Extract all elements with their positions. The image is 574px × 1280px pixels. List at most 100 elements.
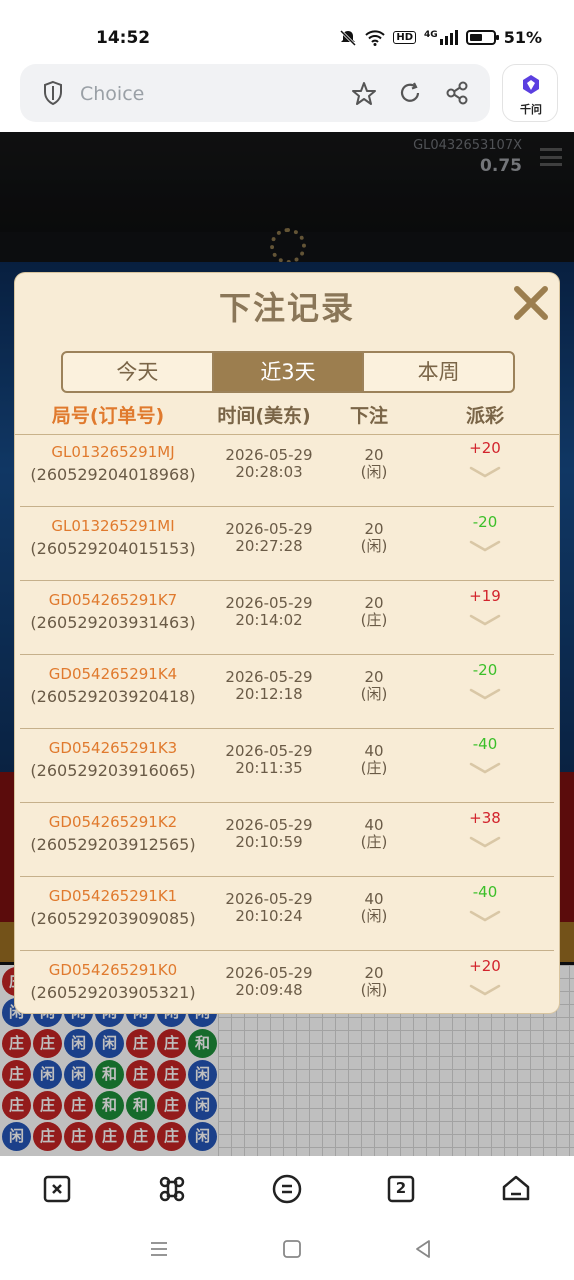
shield-icon[interactable] [42, 80, 64, 106]
status-icons: HD 4G 51% [339, 28, 542, 47]
table-row[interactable]: GD054265291K2 (260529203912565) 2026-05-29… [20, 803, 554, 877]
bet-time: 20:10:24 [235, 907, 303, 925]
tabs-button[interactable]: 2 [384, 1172, 418, 1206]
table-row[interactable]: GD054265291K0 (260529203905321) 2026-05-29… [20, 951, 554, 1013]
bet-record-dialog: 下注记录 今天 近3天 本周 局号(订单号) 时间(美东) 下注 派彩 GL01… [15, 273, 559, 1013]
command-icon[interactable] [155, 1172, 189, 1206]
table-row[interactable]: GL013265291MI (260529204015153) 2026-05-29… [20, 507, 554, 581]
chevron-down-icon[interactable] [468, 465, 502, 479]
close-page-icon[interactable] [40, 1172, 74, 1206]
assistant-button[interactable]: 千问 [502, 64, 558, 122]
chevron-down-icon[interactable] [468, 539, 502, 553]
bet-date: 2026-05-29 [225, 742, 313, 760]
menu-circle-icon[interactable] [270, 1172, 304, 1206]
chevron-down-icon[interactable] [468, 835, 502, 849]
bet-time: 20:11:35 [235, 759, 303, 777]
order-number: (260529203912565) [30, 835, 196, 854]
address-bar[interactable]: Choice [20, 64, 490, 122]
chevron-down-icon[interactable] [468, 909, 502, 923]
payout-value: +20 [469, 957, 501, 975]
chevron-down-icon[interactable] [468, 613, 502, 627]
tab-this-week[interactable]: 本周 [362, 353, 513, 391]
bet-cell: 20 (闲) [332, 669, 416, 703]
table-row[interactable]: GD054265291K7 (260529203931463) 2026-05-29… [20, 581, 554, 655]
header-round: 局号(订单号) [51, 405, 165, 427]
bet-date: 2026-05-29 [225, 816, 313, 834]
round-id: GD054265291K3 [48, 739, 178, 757]
order-number: (260529203931463) [30, 613, 196, 632]
bet-side: (庄) [360, 833, 388, 851]
time-cell: 2026-05-29 20:14:02 [206, 595, 332, 629]
refresh-icon[interactable] [397, 80, 423, 106]
bet-amount: 20 [364, 668, 384, 686]
browser-toolbar: 2 [0, 1156, 574, 1220]
system-nav-bar [0, 1220, 574, 1280]
time-cell: 2026-05-29 20:10:24 [206, 891, 332, 925]
tab-count: 2 [395, 1179, 407, 1197]
round-cell: GD054265291K0 (260529203905321) [20, 951, 206, 1002]
bet-cell: 20 (闲) [332, 447, 416, 481]
payout-cell: +20 [416, 439, 554, 479]
bet-cell: 40 (闲) [332, 891, 416, 925]
round-cell: GD054265291K4 (260529203920418) [20, 655, 206, 706]
home-nav-icon[interactable] [281, 1238, 303, 1260]
round-id: GD054265291K7 [48, 591, 178, 609]
bet-amount: 40 [364, 742, 384, 760]
bet-date: 2026-05-29 [225, 890, 313, 908]
round-id: GL013265291MI [51, 517, 175, 535]
bet-side: (闲) [360, 463, 388, 481]
order-number: (260529203909085) [30, 909, 196, 928]
network-type: 4G [424, 30, 438, 40]
tab-today[interactable]: 今天 [63, 353, 212, 391]
bet-date: 2026-05-29 [225, 520, 313, 538]
bet-cell: 20 (庄) [332, 595, 416, 629]
time-cell: 2026-05-29 20:28:03 [206, 447, 332, 481]
round-id: GD054265291K4 [48, 665, 178, 683]
star-icon[interactable] [350, 80, 378, 108]
home-icon[interactable] [499, 1172, 533, 1206]
signal-icon: 4G [424, 30, 458, 45]
header-bet: 下注 [349, 405, 388, 427]
bet-date: 2026-05-29 [225, 964, 313, 982]
bet-amount: 20 [364, 964, 384, 982]
chevron-down-icon[interactable] [468, 687, 502, 701]
url-text[interactable]: Choice [80, 83, 144, 105]
table-row[interactable]: GL013265291MJ (260529204018968) 2026-05-29… [20, 435, 554, 507]
battery-icon [465, 30, 499, 45]
table-header: 局号(订单号) 时间(美东) 下注 派彩 [15, 397, 559, 435]
qianwen-logo-icon [523, 75, 539, 94]
round-cell: GL013265291MJ (260529204018968) [20, 435, 206, 484]
browser-bar: Choice 千问 [0, 60, 574, 132]
payout-cell: -20 [416, 661, 554, 701]
payout-value: +20 [469, 439, 501, 457]
bet-time: 20:12:18 [235, 685, 303, 703]
bet-time: 20:27:28 [235, 537, 303, 555]
round-cell: GD054265291K2 (260529203912565) [20, 803, 206, 854]
bet-date: 2026-05-29 [225, 668, 313, 686]
chevron-down-icon[interactable] [468, 761, 502, 775]
payout-value: +19 [469, 587, 501, 605]
bet-side: (闲) [360, 685, 388, 703]
hd-icon: HD [393, 31, 417, 44]
time-cell: 2026-05-29 20:11:35 [206, 743, 332, 777]
wifi-icon [365, 29, 386, 46]
payout-cell: -40 [416, 735, 554, 775]
table-row[interactable]: GD054265291K4 (260529203920418) 2026-05-29… [20, 655, 554, 729]
share-icon[interactable] [444, 80, 470, 106]
bet-cell: 20 (闲) [332, 521, 416, 555]
chevron-down-icon[interactable] [468, 983, 502, 997]
tab-last-3-days[interactable]: 近3天 [211, 353, 363, 391]
table-row[interactable]: GD054265291K3 (260529203916065) 2026-05-29… [20, 729, 554, 803]
bet-amount: 20 [364, 520, 384, 538]
order-number: (260529204015153) [30, 539, 196, 558]
table-row[interactable]: GD054265291K1 (260529203909085) 2026-05-29… [20, 877, 554, 951]
record-list[interactable]: GL013265291MJ (260529204018968) 2026-05-29… [20, 435, 554, 1013]
bet-time: 20:10:59 [235, 833, 303, 851]
close-icon[interactable] [511, 283, 551, 323]
round-cell: GD054265291K3 (260529203916065) [20, 729, 206, 780]
back-icon[interactable] [412, 1238, 434, 1260]
recents-icon[interactable] [148, 1238, 170, 1260]
round-id: GD054265291K1 [48, 887, 178, 905]
bet-side: (庄) [360, 759, 388, 777]
time-cell: 2026-05-29 20:12:18 [206, 669, 332, 703]
